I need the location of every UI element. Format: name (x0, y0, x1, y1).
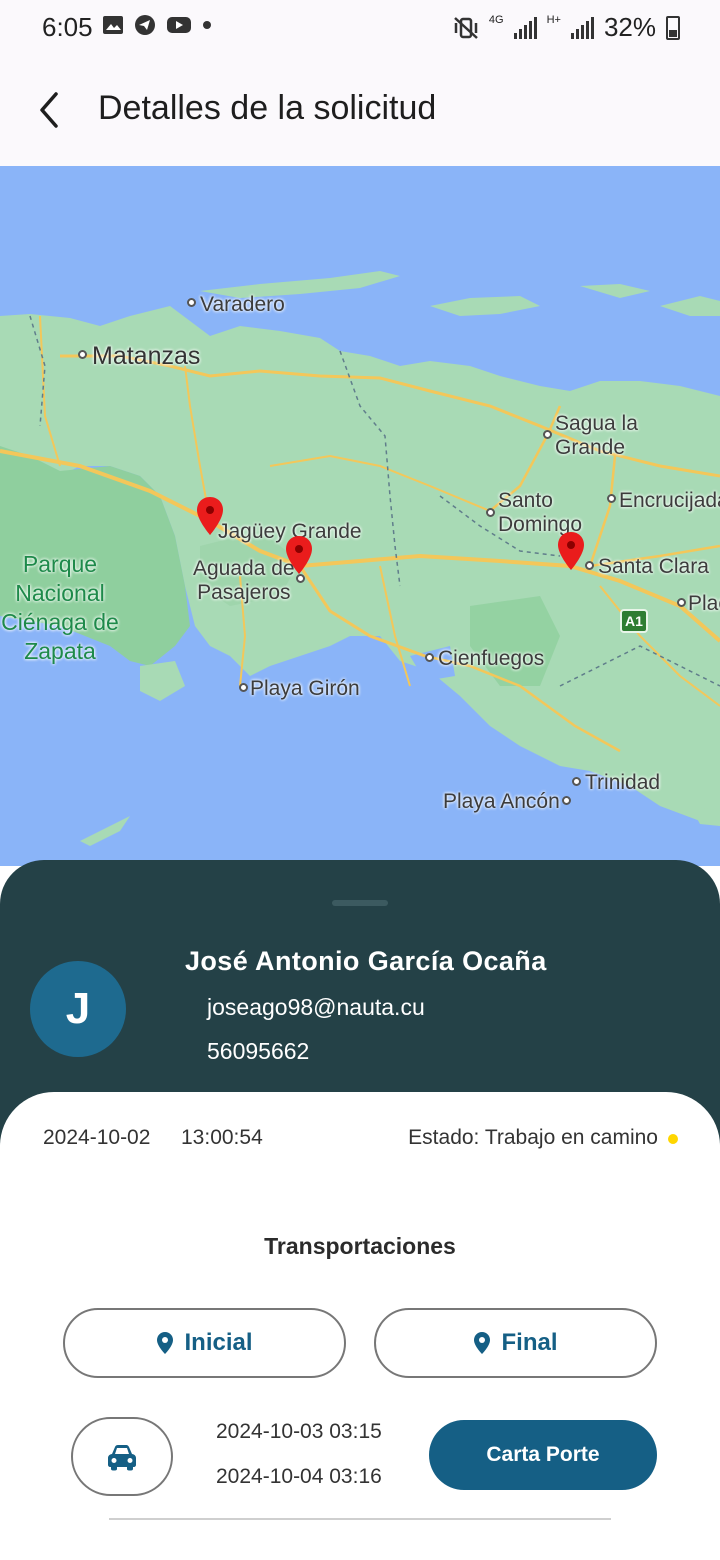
battery-percent: 32% (603, 12, 656, 42)
final-location-button[interactable]: Final (374, 1308, 657, 1378)
mute-vibrate-icon (454, 16, 478, 39)
map-dot (562, 796, 571, 805)
app-bar: Detalles de la solicitud (0, 56, 720, 166)
map-label-playa-ancon: Playa Ancón (443, 790, 560, 813)
map-marker-pin-icon[interactable] (195, 496, 225, 536)
map-marker-pin-icon[interactable] (556, 531, 586, 571)
map-label-santa-clara: Santa Clara (598, 555, 709, 578)
status-dot-icon (668, 1134, 678, 1144)
status-right: 4G H+ 32% (453, 12, 680, 43)
network-4g: 4G (488, 13, 504, 26)
date-to: 2024-10-04 03:16 (216, 1465, 382, 1488)
user-name: José Antonio García Ocaña (185, 946, 547, 976)
map-dot (296, 574, 305, 583)
map-dot (585, 561, 594, 570)
request-status: Estado: Trabajo en camino (408, 1126, 658, 1149)
map-view[interactable]: Varadero Matanzas Sagua la Grande Jagüey… (0, 166, 720, 866)
date-from: 2024-10-03 03:15 (216, 1420, 382, 1443)
map-label-encrucijada: Encrucijada (619, 489, 720, 512)
map-dot (425, 653, 434, 662)
map-label-trinidad: Trinidad (585, 771, 661, 794)
initial-location-button[interactable]: Inicial (63, 1308, 346, 1378)
map-dot (239, 683, 248, 692)
request-date: 2024-10-02 (43, 1126, 151, 1149)
vehicle-button[interactable] (71, 1417, 173, 1496)
location-pin-icon (474, 1332, 491, 1354)
initial-label: Inicial (184, 1329, 253, 1356)
map-dot (486, 508, 495, 517)
map-label-parque: Parque Nacional Ciénaga de Zapata (1, 551, 119, 664)
map-dot (543, 430, 552, 439)
status-time: 6:05 (42, 12, 93, 42)
car-icon (108, 1444, 136, 1470)
map-dot (78, 350, 87, 359)
map-label-playa-giron: Playa Girón (250, 677, 360, 700)
battery-icon (666, 15, 680, 40)
image-icon (103, 16, 123, 34)
map-label-aguada: Aguada de Pasajeros (193, 557, 295, 604)
request-card: 2024-10-02 13:00:54 Estado: Trabajo en c… (0, 1092, 720, 1560)
map-label-placetas: Plac (688, 592, 720, 615)
avatar: J (30, 961, 126, 1057)
notification-icons (102, 14, 212, 36)
map-label-matanzas: Matanzas (92, 342, 201, 370)
section-title: Transportaciones (264, 1233, 456, 1259)
network-h: H+ (546, 13, 561, 26)
telegram-icon (135, 15, 155, 35)
user-phone: 56095662 (207, 1038, 310, 1064)
map-label-santo-domingo: Santo Domingo (498, 489, 583, 536)
map-canvas (0, 166, 720, 866)
map-marker-pin-icon[interactable] (284, 535, 314, 575)
map-label-varadero: Varadero (200, 293, 285, 316)
divider (109, 1518, 611, 1520)
status-bar: 6:05 4G H+ 32% (0, 0, 720, 56)
final-label: Final (501, 1329, 558, 1356)
signal-icon (513, 16, 537, 39)
bottom-sheet: J José Antonio García Ocaña joseago98@na… (0, 860, 720, 1560)
page-title: Detalles de la solicitud (98, 89, 437, 127)
map-dot (572, 777, 581, 786)
map-dot (187, 298, 196, 307)
carta-porte-button[interactable]: Carta Porte (429, 1420, 657, 1490)
map-label-cienfuegos: Cienfuegos (438, 647, 545, 670)
map-dot (677, 598, 686, 607)
back-button[interactable] (30, 88, 70, 132)
youtube-icon (167, 17, 191, 33)
highway-shield: A1 (620, 609, 648, 633)
arrow-back-icon (40, 92, 58, 128)
drag-handle[interactable] (332, 900, 388, 906)
signal-icon-2 (570, 16, 594, 39)
map-label-sagua: Sagua la Grande (555, 412, 638, 459)
user-email: joseago98@nauta.cu (207, 994, 425, 1020)
map-dot (607, 494, 616, 503)
request-time: 13:00:54 (181, 1126, 263, 1149)
location-pin-icon (157, 1332, 174, 1354)
dot-icon (203, 21, 211, 29)
